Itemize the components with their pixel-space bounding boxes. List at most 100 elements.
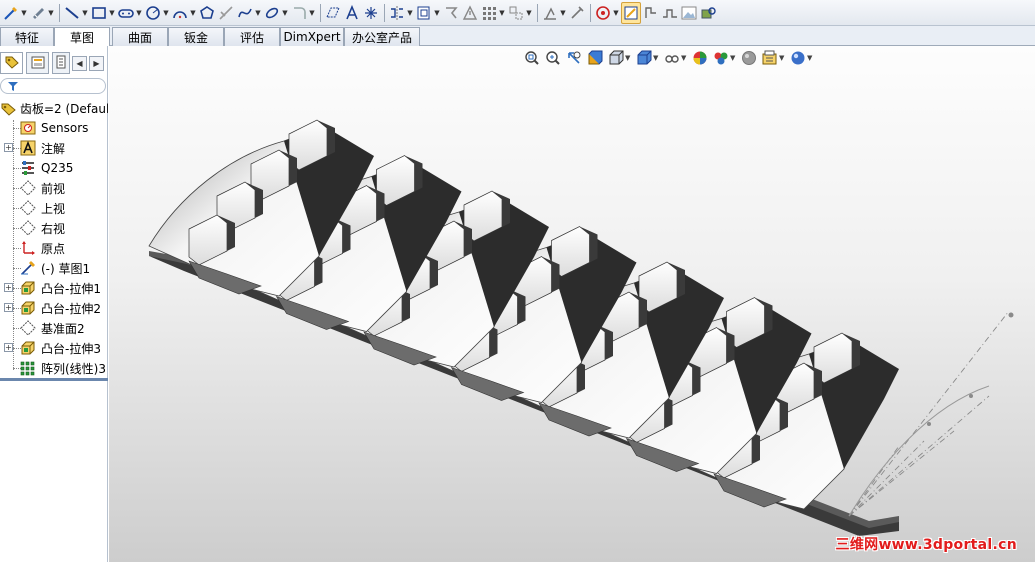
chevron-down-icon[interactable]: ▼ [681,54,688,62]
display-style-button[interactable]: ▼ [635,49,660,67]
chevron-down-icon[interactable]: ▼ [47,4,55,22]
spline-tool[interactable]: ▼ [236,2,262,24]
tree-node-extrude1[interactable]: + 凸台-拉伸1 [0,278,108,298]
tree-node-sketch1[interactable]: (-) 草图1 [0,258,108,278]
zoom-to-area-button[interactable] [544,49,562,67]
tree-node-linear-pattern3[interactable]: 阵列(线性)3 [0,358,108,378]
tree-node-extrude3[interactable]: + 凸台-拉伸3 [0,338,108,358]
rapid-sketch-tool[interactable] [621,1,641,24]
line-tool[interactable]: ▼ [63,2,89,24]
photoview-button[interactable]: ▼ [789,49,814,67]
chevron-down-icon[interactable]: ▼ [807,54,814,62]
circle-tool[interactable]: ▼ [144,2,170,24]
chevron-down-icon[interactable]: ▼ [625,54,632,62]
instant-2d-tool[interactable] [642,2,660,24]
edit-appearance-button[interactable] [691,49,709,67]
arc-tool[interactable]: ▼ [171,2,197,24]
view-orientation-button[interactable]: ▼ [607,49,632,67]
expand-plus-icon[interactable]: + [4,143,13,152]
graphics-area[interactable]: ▼ ▼ ▼ ▼ ▼ ▼ 三维网www.3dportal.cn [109,46,1035,562]
chevron-down-icon[interactable]: ▼ [108,4,116,22]
property-manager-tab[interactable] [26,52,49,74]
chevron-down-icon[interactable]: ▼ [406,4,414,22]
repair-sketch-tool[interactable] [568,2,586,24]
spline-trim-tool[interactable] [217,2,235,24]
quick-snaps-tool[interactable]: ▼ [594,2,620,24]
expand-plus-icon[interactable]: + [4,303,13,312]
chevron-down-icon[interactable]: ▼ [81,4,89,22]
chevron-down-icon[interactable]: ▼ [779,54,786,62]
configuration-manager-tab[interactable] [52,52,70,74]
apply-scene-button[interactable]: ▼ [712,49,737,67]
move-entities-tool[interactable]: ▼ [507,2,533,24]
text-tool[interactable] [343,2,361,24]
scroll-right-button[interactable]: ▶ [89,56,104,71]
tab-office-products[interactable]: 办公室产品 [344,27,420,46]
expand-plus-icon[interactable]: + [4,343,13,352]
tab-surfaces[interactable]: 曲面 [112,27,168,46]
view-settings-button[interactable]: ▼ [761,49,786,67]
offset-entities-tool[interactable]: ▼ [415,2,441,24]
chevron-down-icon[interactable]: ▼ [525,4,533,22]
tree-node-part[interactable]: 齿板=2 (Default<<Default>_Displa [0,98,108,118]
fillet-tool[interactable]: ▼ [290,2,316,24]
smart-sketch-tool[interactable]: ▼ [2,2,28,24]
tree-node-extrude2[interactable]: + 凸台-拉伸2 [0,298,108,318]
chevron-down-icon[interactable]: ▼ [730,54,737,62]
line-icon [63,4,81,22]
warning-tool[interactable] [461,2,479,24]
slot-tool[interactable]: ▼ [117,2,143,24]
tab-evaluate[interactable]: 评估 [224,27,280,46]
tree-node-right-plane[interactable]: 右视 [0,218,108,238]
mirror-entities-tool[interactable]: ▼ [388,2,414,24]
rectangle-tool[interactable]: ▼ [90,2,116,24]
rollback-bar[interactable] [0,378,108,381]
tab-dimxpert[interactable]: DimXpert [280,27,344,46]
text-icon [343,4,361,22]
chevron-down-icon[interactable]: ▼ [281,4,289,22]
scroll-left-button[interactable]: ◀ [72,56,87,71]
tree-node-annotations[interactable]: + 注解 [0,138,108,158]
chevron-down-icon[interactable]: ▼ [189,4,197,22]
tree-node-sensors[interactable]: Sensors [0,118,108,138]
tree-node-front-plane[interactable]: 前视 [0,178,108,198]
chevron-down-icon[interactable]: ▼ [653,54,660,62]
chevron-down-icon[interactable]: ▼ [433,4,441,22]
polygon-tool[interactable] [198,2,216,24]
tree-node-material[interactable]: Q235 [0,158,108,178]
zoom-to-fit-button[interactable] [523,49,541,67]
tree-node-origin[interactable]: 原点 [0,238,108,258]
tab-sheet-metal[interactable]: 钣金 [168,27,224,46]
chevron-down-icon[interactable]: ▼ [162,4,170,22]
plane-tool[interactable] [324,2,342,24]
chevron-down-icon[interactable]: ▼ [20,4,28,22]
tab-features[interactable]: 特征 [0,27,54,46]
chevron-down-icon[interactable]: ▼ [254,4,262,22]
point-tool[interactable] [362,2,380,24]
ellipse-tool[interactable]: ▼ [263,2,289,24]
expand-plus-icon[interactable]: + [4,283,13,292]
shaded-sketch-tool[interactable] [661,2,679,24]
sketch-picture-tool[interactable] [680,2,698,24]
chevron-down-icon[interactable]: ▼ [308,4,316,22]
chevron-down-icon[interactable]: ▼ [135,4,143,22]
realview-button[interactable] [740,49,758,67]
tool-icon [699,4,717,22]
tab-sketch[interactable]: 草图 [54,27,110,47]
section-view-button[interactable] [586,49,604,67]
tree-filter[interactable] [0,78,106,94]
linear-pattern-tool[interactable]: ▼ [480,2,506,24]
chevron-down-icon[interactable]: ▼ [612,4,620,22]
hide-show-items-button[interactable]: ▼ [663,49,688,67]
convert-entities-tool[interactable] [442,2,460,24]
previous-view-button[interactable] [565,49,583,67]
feature-manager-tab[interactable] [0,52,23,74]
tree-node-top-plane[interactable]: 上视 [0,198,108,218]
chevron-down-icon[interactable]: ▼ [559,4,567,22]
display-relations-tool[interactable]: ▼ [541,2,567,24]
instant-2d-icon [642,4,660,22]
smart-dimension-tool[interactable]: ▼ [29,2,55,24]
tree-node-plane2[interactable]: 基准面2 [0,318,108,338]
chevron-down-icon[interactable]: ▼ [498,4,506,22]
sketch-ink-tool[interactable] [699,2,717,24]
